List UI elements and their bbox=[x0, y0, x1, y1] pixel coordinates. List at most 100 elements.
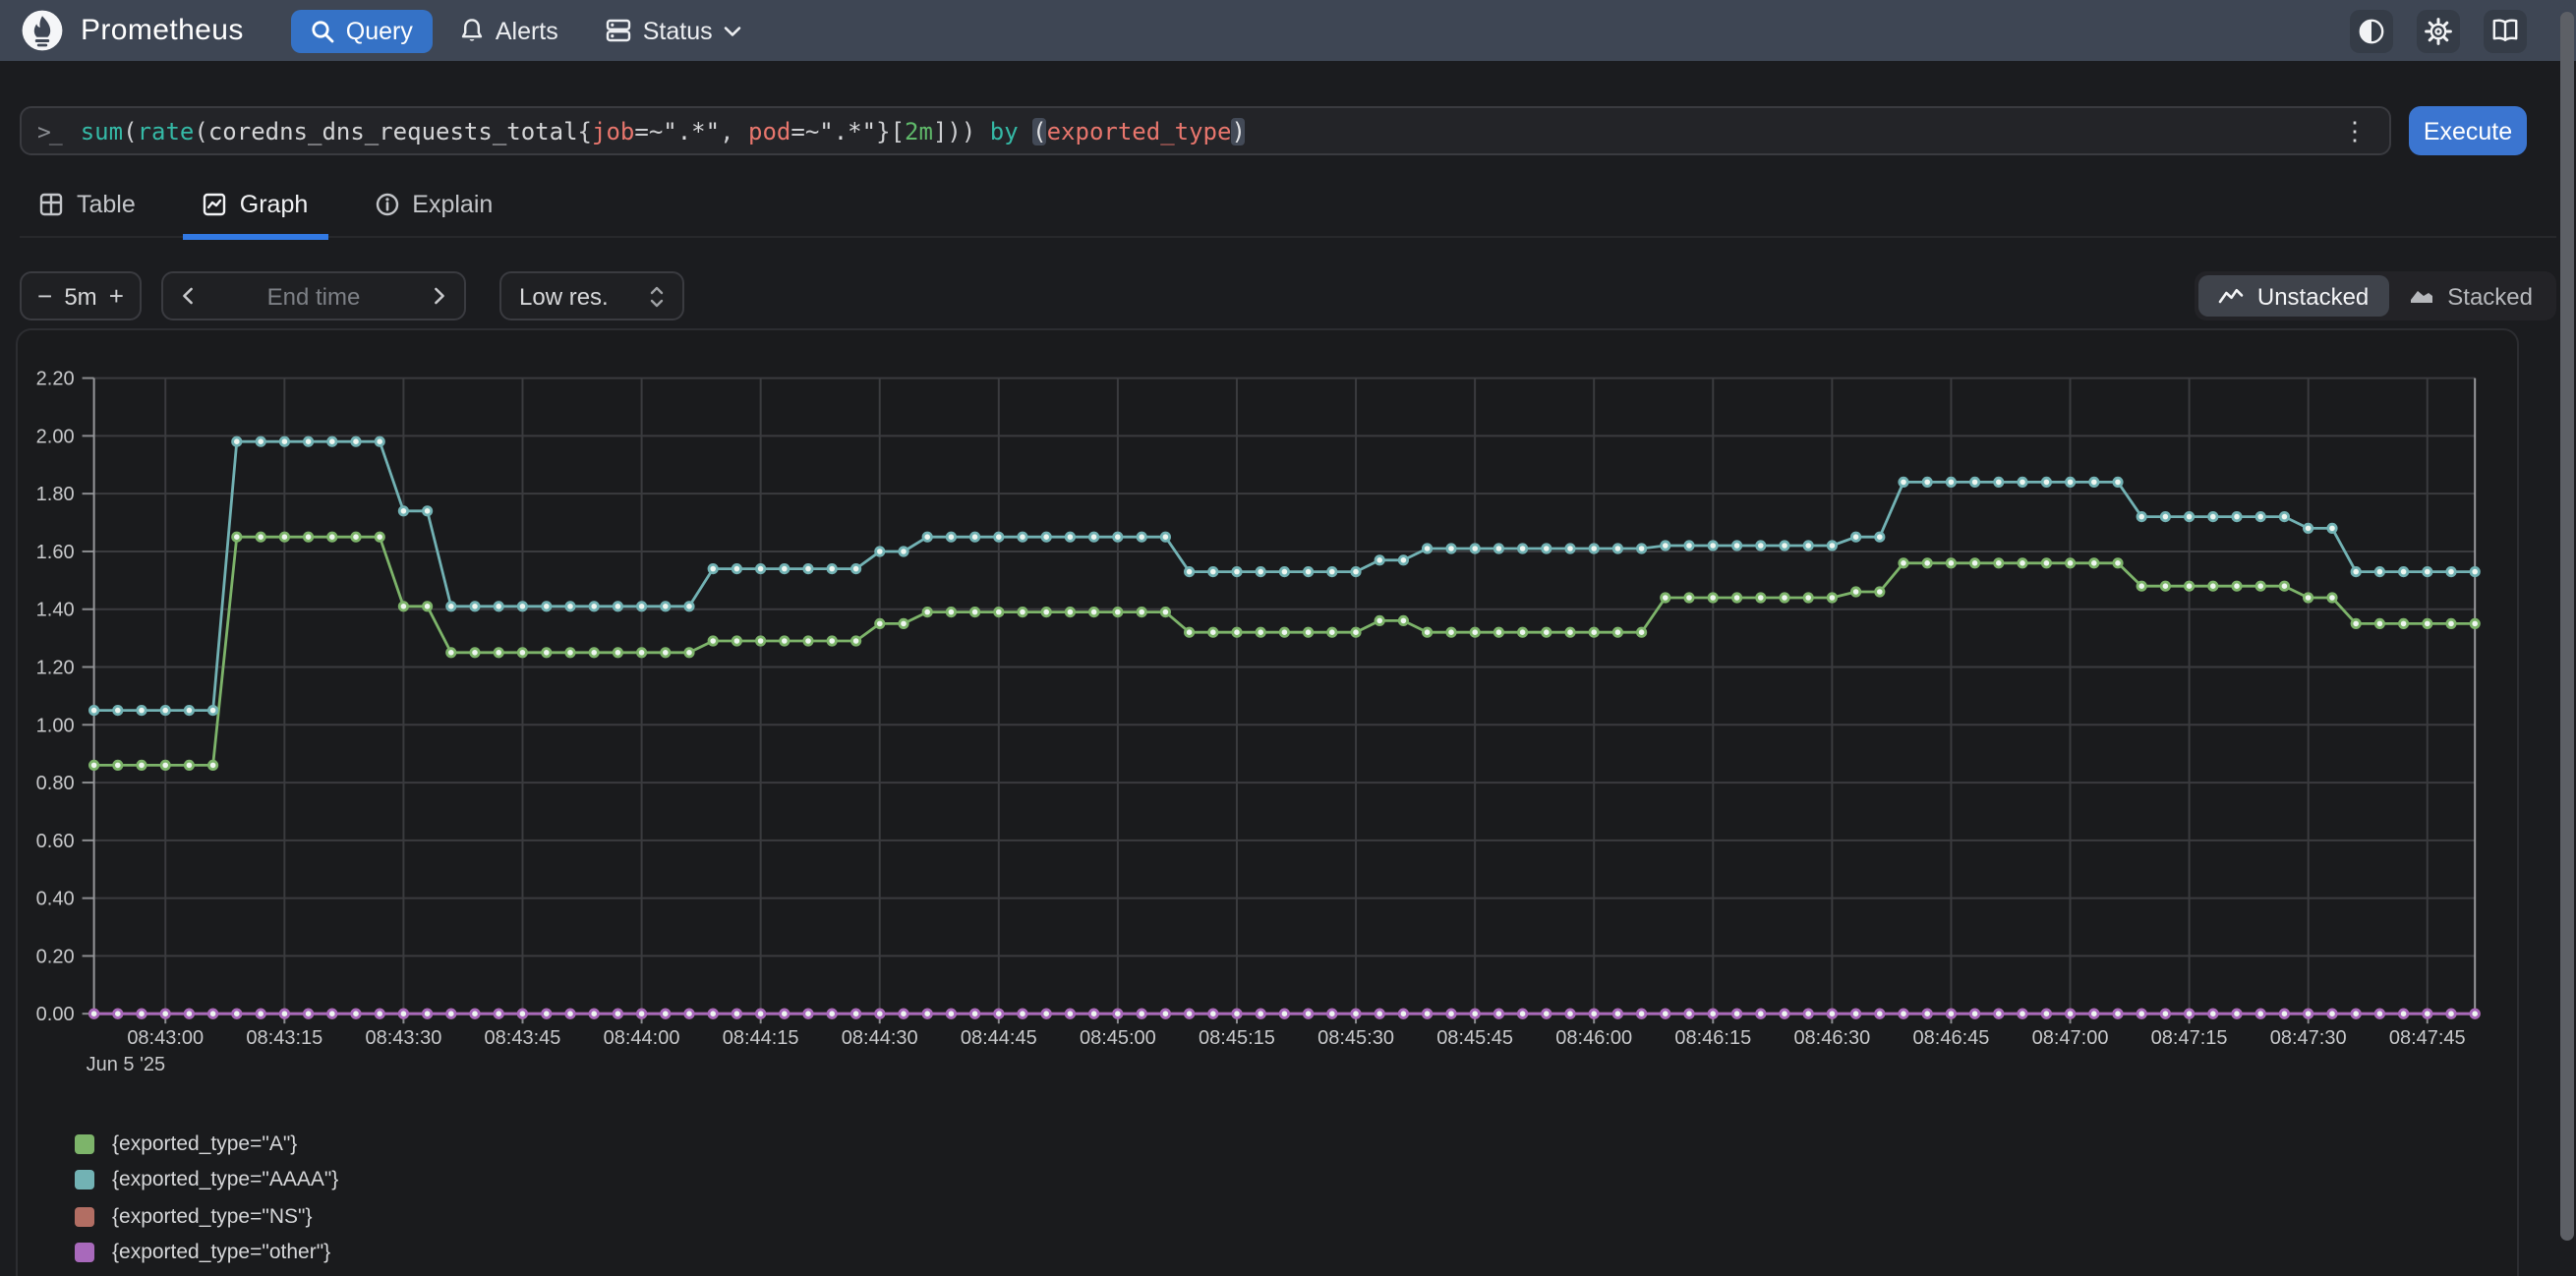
graph-icon bbox=[203, 193, 226, 216]
nav-alerts-button[interactable]: Alerts bbox=[440, 9, 578, 52]
data-point bbox=[1304, 567, 1312, 575]
data-point bbox=[1257, 1010, 1264, 1017]
range-duration-control: − 5m + bbox=[20, 271, 142, 320]
legend-item[interactable]: {exported_type="AAAA"} bbox=[75, 1169, 2517, 1190]
chevron-left-icon[interactable] bbox=[181, 287, 195, 305]
data-point bbox=[161, 761, 169, 769]
legend-item[interactable]: {exported_type="A"} bbox=[75, 1132, 2517, 1154]
query-token: ( bbox=[123, 117, 137, 145]
data-point bbox=[1042, 608, 1050, 615]
data-point bbox=[1114, 608, 1122, 615]
tab-label: Table bbox=[77, 191, 136, 218]
data-point bbox=[1185, 567, 1193, 575]
data-point bbox=[114, 1010, 122, 1017]
prometheus-logo-icon[interactable] bbox=[22, 10, 63, 51]
nav-status-button[interactable]: Status bbox=[586, 9, 762, 52]
data-point bbox=[1066, 1010, 1074, 1017]
x-axis-label: 08:46:45 bbox=[1913, 1027, 1990, 1049]
x-axis-label: 08:46:15 bbox=[1674, 1027, 1751, 1049]
data-point bbox=[1423, 628, 1431, 636]
data-point bbox=[1280, 567, 1288, 575]
data-point bbox=[543, 649, 551, 657]
data-point bbox=[756, 637, 764, 645]
data-point bbox=[1947, 478, 1955, 486]
data-point bbox=[923, 608, 931, 615]
x-axis-label: 08:44:30 bbox=[842, 1027, 918, 1049]
main-nav: Query Alerts Status bbox=[291, 9, 762, 52]
data-point bbox=[1161, 608, 1169, 615]
data-point bbox=[1471, 1010, 1479, 1017]
x-axis-label: 08:45:00 bbox=[1080, 1027, 1156, 1049]
legend-item[interactable]: {exported_type="NS"} bbox=[75, 1205, 2517, 1227]
data-point bbox=[89, 761, 97, 769]
data-point bbox=[970, 533, 978, 541]
stacking-toggle: Unstacked Stacked bbox=[2195, 271, 2556, 320]
x-axis-label: 08:47:00 bbox=[2032, 1027, 2109, 1049]
tab-explain[interactable]: Explain bbox=[355, 183, 512, 240]
data-point bbox=[518, 603, 526, 610]
data-point bbox=[352, 1010, 360, 1017]
data-point bbox=[1543, 628, 1551, 636]
tab-graph[interactable]: Graph bbox=[183, 183, 328, 240]
settings-button[interactable] bbox=[2417, 9, 2460, 52]
range-duration-value[interactable]: 5m bbox=[64, 282, 96, 310]
series-lines bbox=[89, 437, 2479, 1017]
data-point bbox=[1185, 628, 1193, 636]
end-time-control[interactable]: End time bbox=[161, 271, 466, 320]
data-point bbox=[2233, 582, 2241, 590]
data-point bbox=[1851, 533, 1859, 541]
graph-canvas[interactable]: 0.000.200.400.600.801.001.201.401.601.80… bbox=[18, 330, 2521, 1097]
stacked-option[interactable]: Stacked bbox=[2388, 275, 2552, 317]
nav-query-button[interactable]: Query bbox=[291, 9, 433, 52]
data-point bbox=[2328, 524, 2336, 532]
increase-range-button[interactable]: + bbox=[109, 283, 124, 309]
query-options-kebab-icon[interactable]: ⋮ bbox=[2336, 114, 2373, 147]
contrast-icon bbox=[2358, 17, 2385, 44]
data-point bbox=[2399, 567, 2407, 575]
unstacked-option[interactable]: Unstacked bbox=[2198, 275, 2388, 317]
query-token: 2m bbox=[905, 117, 933, 145]
data-point bbox=[2066, 559, 2074, 567]
data-point bbox=[804, 564, 812, 572]
legend-item[interactable]: {exported_type="other"} bbox=[75, 1242, 2517, 1263]
legend-label: {exported_type="NS"} bbox=[112, 1204, 312, 1228]
query-token: ) bbox=[1231, 117, 1245, 145]
chevron-down-icon bbox=[725, 25, 742, 36]
tab-table[interactable]: Table bbox=[20, 183, 155, 240]
data-point bbox=[1900, 1010, 1907, 1017]
data-point bbox=[185, 706, 193, 714]
nav-status-label: Status bbox=[643, 17, 713, 44]
data-point bbox=[1947, 1010, 1955, 1017]
page-scrollbar-thumb[interactable] bbox=[2560, 12, 2573, 1241]
data-point bbox=[495, 603, 502, 610]
docs-button[interactable] bbox=[2484, 9, 2527, 52]
data-point bbox=[233, 533, 241, 541]
data-point bbox=[1566, 545, 1574, 552]
data-point bbox=[1280, 1010, 1288, 1017]
chevron-right-icon[interactable] bbox=[433, 287, 446, 305]
query-expression-input[interactable]: >_ sum(rate(coredns_dns_requests_total{j… bbox=[20, 106, 2391, 155]
data-point bbox=[2019, 1010, 2026, 1017]
legend-swatch bbox=[75, 1243, 94, 1262]
query-token: =~ bbox=[634, 117, 663, 145]
query-token: sum bbox=[81, 117, 123, 145]
data-point bbox=[2209, 582, 2217, 590]
view-tabs: Table Graph Explain bbox=[20, 183, 2556, 238]
data-point bbox=[662, 603, 670, 610]
data-point bbox=[518, 649, 526, 657]
data-point bbox=[947, 533, 955, 541]
data-point bbox=[637, 603, 645, 610]
data-point bbox=[1138, 533, 1145, 541]
data-point bbox=[1662, 542, 1669, 550]
data-point bbox=[399, 507, 407, 515]
data-point bbox=[2185, 1010, 2193, 1017]
data-point bbox=[2090, 559, 2098, 567]
data-point bbox=[1566, 628, 1574, 636]
data-point bbox=[566, 1010, 574, 1017]
data-point bbox=[1995, 559, 2003, 567]
data-point bbox=[2304, 524, 2312, 532]
theme-toggle-button[interactable] bbox=[2350, 9, 2393, 52]
execute-button[interactable]: Execute bbox=[2409, 106, 2527, 155]
resolution-select[interactable]: Low res. bbox=[499, 271, 684, 320]
decrease-range-button[interactable]: − bbox=[37, 283, 52, 309]
